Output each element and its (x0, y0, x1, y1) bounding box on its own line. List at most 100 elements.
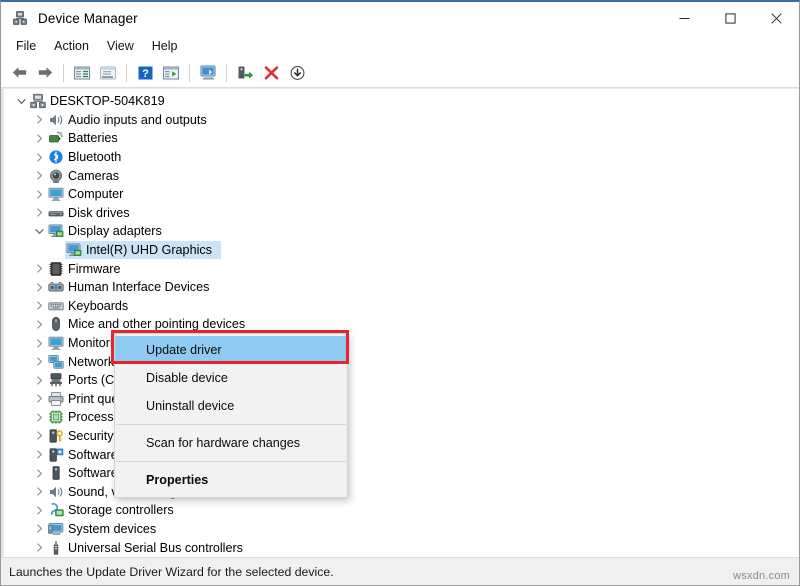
chevron-right-icon[interactable] (31, 450, 47, 459)
toolbar-separator (126, 63, 127, 82)
chevron-down-icon[interactable] (13, 97, 29, 106)
software-component-icon (47, 447, 64, 463)
firmware-icon (47, 261, 64, 277)
chevron-right-icon[interactable] (31, 431, 47, 441)
chevron-right-icon[interactable] (31, 208, 47, 217)
chevron-right-icon[interactable] (31, 543, 47, 552)
uninstall-device-icon[interactable] (259, 61, 283, 84)
tree-item[interactable]: Universal Serial Bus controllers (1, 538, 799, 557)
context-menu-item-uninstall-device[interactable]: Uninstall device (115, 392, 347, 420)
tree-item-content: Batteries (47, 129, 127, 147)
tree-item[interactable]: Human Interface Devices (1, 278, 799, 297)
tree-item-content: Mice and other pointing devices (47, 315, 254, 333)
window-controls (661, 2, 799, 34)
menu-action[interactable]: Action (45, 35, 98, 57)
tree-item[interactable]: Firmware (1, 259, 799, 278)
chevron-right-icon[interactable] (31, 338, 47, 348)
status-text: Launches the Update Driver Wizard for th… (9, 564, 334, 579)
tree-item-label: Keyboards (68, 298, 129, 313)
toolbar-separator (189, 63, 190, 82)
tree-item-content: Human Interface Devices (47, 278, 218, 296)
tree-item[interactable]: System devices (1, 520, 799, 539)
close-button[interactable] (753, 2, 799, 34)
chevron-right-icon[interactable] (31, 301, 47, 310)
tree-item-content: Keyboards (47, 297, 137, 315)
watermark: wsxdn.com (733, 570, 790, 582)
hid-icon (47, 279, 64, 295)
tree-item-label: Mice and other pointing devices (68, 317, 246, 332)
chevron-right-icon[interactable] (31, 283, 47, 292)
device-manager-window: Device Manager File Action View Help ? D… (0, 0, 800, 586)
software-device-icon (47, 465, 64, 481)
tree-item[interactable]: Mice and other pointing devices (1, 315, 799, 334)
chevron-right-icon[interactable] (31, 469, 47, 478)
tree-item[interactable]: Audio inputs and outputs (1, 111, 799, 130)
usb-icon (47, 540, 64, 556)
chevron-right-icon[interactable] (31, 357, 47, 366)
device-context-menu[interactable]: Update driver Disable device Uninstall dev… (114, 333, 348, 498)
display-adapter-icon (47, 223, 64, 239)
chevron-right-icon[interactable] (31, 115, 47, 124)
menu-help[interactable]: Help (143, 35, 187, 57)
tree-item-label: Universal Serial Bus controllers (68, 540, 243, 555)
system-device-icon (47, 521, 64, 537)
battery-icon (47, 130, 64, 146)
tree-item[interactable]: Bluetooth (1, 148, 799, 167)
context-menu-item-scan-for-hardware-changes[interactable]: Scan for hardware changes (115, 429, 347, 457)
context-menu-item-update-driver[interactable]: Update driver (115, 336, 347, 364)
tree-item[interactable]: Display adapters (1, 222, 799, 241)
context-menu-item-disable-device[interactable]: Disable device (115, 364, 347, 392)
tree-item-label: Disk drives (68, 205, 130, 220)
disable-device-icon[interactable] (285, 61, 309, 84)
toolbar: ? (1, 58, 799, 88)
tree-item[interactable]: Storage controllers (1, 501, 799, 520)
enable-device-icon[interactable] (233, 61, 257, 84)
menu-view[interactable]: View (98, 35, 143, 57)
tree-item-content: Computer (47, 185, 132, 203)
help-icon[interactable]: ? (133, 61, 157, 84)
port-icon (47, 372, 64, 388)
tree-item-label: System devices (68, 521, 157, 536)
tree-item[interactable]: Computer (1, 185, 799, 204)
window-title: Device Manager (38, 10, 138, 26)
chevron-right-icon[interactable] (31, 487, 47, 496)
tree-item-content: Display adapters (47, 222, 171, 240)
chevron-right-icon[interactable] (31, 413, 47, 422)
chevron-right-icon[interactable] (31, 320, 47, 329)
update-driver-icon[interactable] (196, 61, 220, 84)
properties-icon[interactable] (96, 61, 120, 84)
chevron-right-icon[interactable] (31, 376, 47, 385)
chevron-right-icon[interactable] (31, 171, 47, 180)
chevron-right-icon[interactable] (31, 134, 47, 143)
tree-item-content: Audio inputs and outputs (47, 111, 216, 129)
menu-file[interactable]: File (7, 35, 45, 57)
chevron-down-icon[interactable] (31, 227, 47, 236)
tree-item[interactable]: Disk drives (1, 204, 799, 223)
tree-item-label: Computer (68, 187, 124, 202)
show-hide-console-tree-icon[interactable] (70, 61, 94, 84)
tree-item-label: Bluetooth (68, 150, 122, 165)
tree-item[interactable]: Batteries (1, 129, 799, 148)
chevron-right-icon[interactable] (31, 190, 47, 199)
tree-item[interactable]: Intel(R) UHD Graphics (1, 241, 799, 260)
bluetooth-icon (47, 149, 64, 165)
back-arrow-icon[interactable] (7, 61, 31, 84)
context-menu-item-properties[interactable]: Properties (115, 466, 347, 494)
tree-item-label: Intel(R) UHD Graphics (86, 243, 212, 258)
tree-item-content: Intel(R) UHD Graphics (65, 241, 221, 260)
forward-arrow-icon[interactable] (33, 61, 57, 84)
chevron-right-icon[interactable] (31, 524, 47, 534)
toolbar-separator (63, 63, 64, 82)
camera-icon (47, 168, 64, 184)
speaker-icon (47, 484, 64, 500)
chevron-right-icon[interactable] (31, 152, 47, 162)
chevron-right-icon[interactable] (31, 264, 47, 273)
tree-item[interactable]: Keyboards (1, 297, 799, 316)
tree-root-node[interactable]: DESKTOP-504K819 (1, 92, 799, 111)
chevron-right-icon[interactable] (31, 506, 47, 515)
tree-item[interactable]: Cameras (1, 166, 799, 185)
maximize-button[interactable] (707, 2, 753, 34)
chevron-right-icon[interactable] (31, 394, 47, 403)
minimize-button[interactable] (661, 2, 707, 34)
scan-for-hardware-changes-icon[interactable] (159, 61, 183, 84)
